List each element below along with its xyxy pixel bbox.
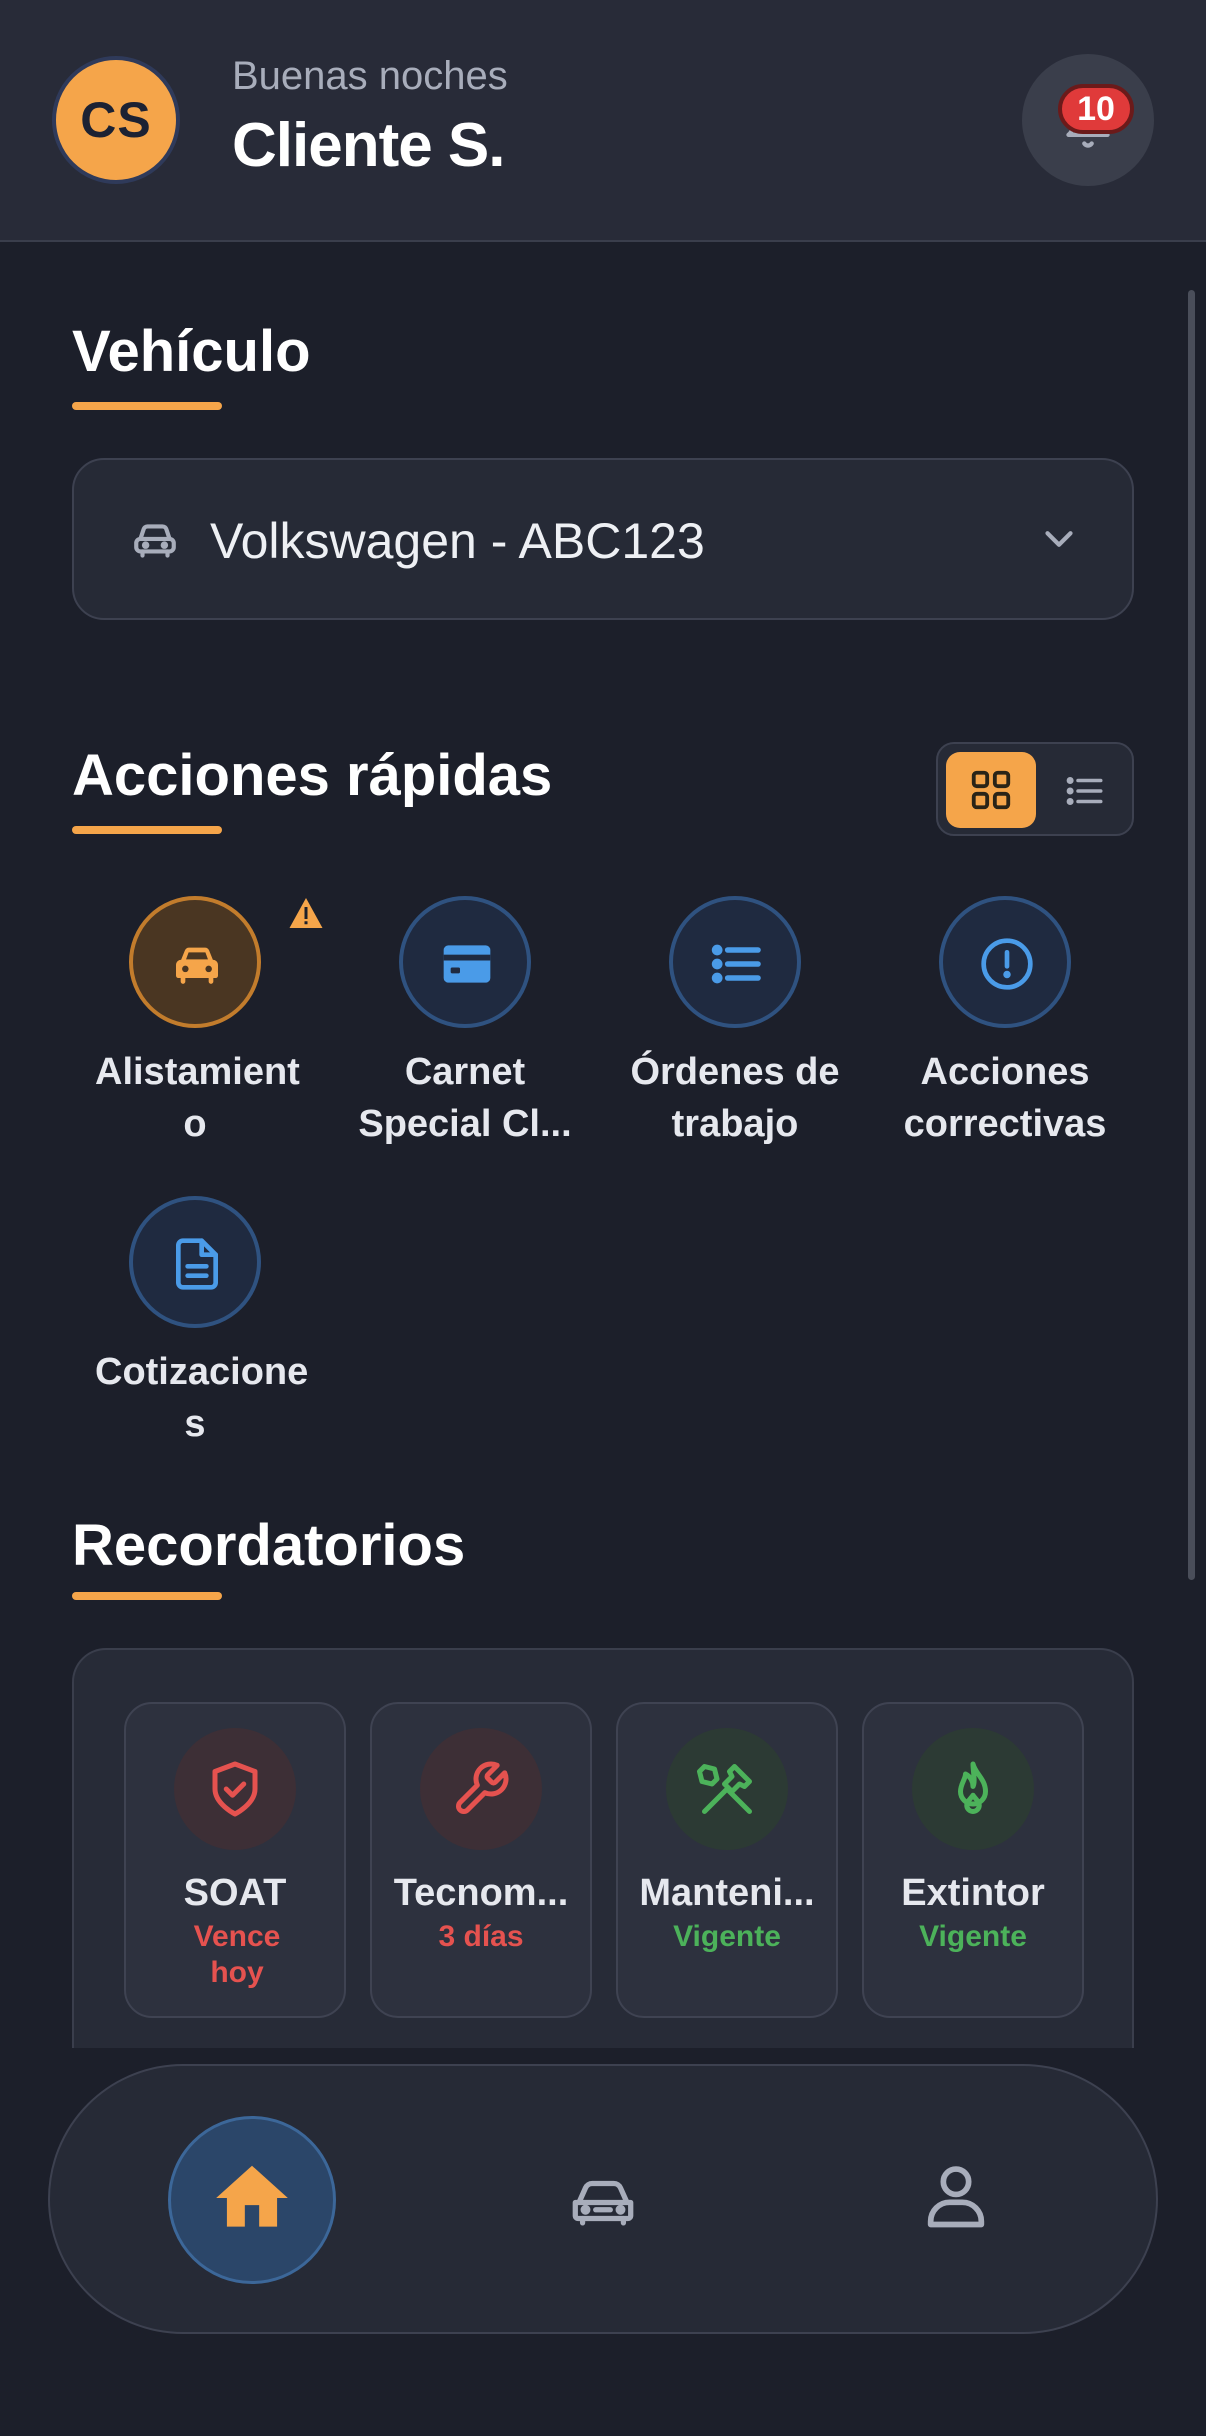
action-icon-circle [129, 896, 261, 1028]
app-header: CS Buenas noches Cliente S. 10 [0, 0, 1206, 242]
action-icon-circle [939, 896, 1071, 1028]
reminder-status: Vigente [919, 1920, 1027, 1953]
reminder-icon-circle [420, 1728, 542, 1850]
notification-badge: 10 [1058, 84, 1134, 134]
action-label: Órdenes de trabajo [630, 1051, 840, 1145]
reminder-card-soat[interactable]: SOAT Vence hoy [124, 1702, 346, 2018]
list-icon [1066, 777, 1103, 805]
action-icon-circle [399, 896, 531, 1028]
shield-check-icon [212, 1761, 258, 1817]
home-icon [216, 2165, 288, 2227]
reminder-card-tecnomecanica[interactable]: Tecnom... 3 días [370, 1702, 592, 2018]
action-icon-circle [669, 896, 801, 1028]
car-icon [572, 2180, 634, 2226]
bottom-navigation [48, 2064, 1158, 2334]
nav-profile-button[interactable] [918, 2158, 994, 2239]
action-label: Alistamient o [95, 1051, 300, 1145]
action-acciones-correctivas[interactable]: Acciones correctivas [870, 896, 1140, 1150]
reminder-title: Manteni... [639, 1872, 815, 1914]
vehicle-selector[interactable]: Volkswagen - ABC123 [72, 458, 1134, 620]
wrench-icon [456, 1761, 509, 1814]
reminders-panel: SOAT Vence hoy Tecnom... 3 días Manteni.… [72, 1648, 1134, 2048]
action-carnet[interactable]: Carnet Special Cl... [330, 896, 600, 1150]
title-underline [72, 1592, 222, 1600]
vehicle-section-title: Vehículo [72, 319, 311, 384]
action-ordenes[interactable]: Órdenes de trabajo [600, 896, 870, 1150]
avatar[interactable]: CS [52, 56, 180, 184]
alert-circle-icon [981, 938, 1033, 990]
card-icon [443, 945, 491, 983]
reminder-status: 3 días [438, 1920, 524, 1953]
warning-icon [289, 898, 323, 928]
reminder-card-extintor[interactable]: Extintor Vigente [862, 1702, 1084, 2018]
action-label: Cotizacione s [95, 1351, 309, 1445]
grid-icon [971, 770, 1011, 810]
grid-view-button[interactable] [946, 752, 1036, 828]
title-underline [72, 402, 222, 410]
car-icon [134, 524, 176, 558]
quick-actions-title: Acciones rápidas [72, 743, 553, 808]
reminder-icon-circle [912, 1728, 1034, 1850]
greeting-text: Buenas noches [232, 54, 508, 98]
list-view-button[interactable] [1042, 752, 1128, 828]
reminder-title: SOAT [183, 1872, 287, 1914]
document-icon [176, 1238, 219, 1290]
action-alistamiento[interactable]: Alistamient o [60, 896, 330, 1150]
tools-icon [697, 1764, 752, 1814]
reminder-title: Extintor [901, 1872, 1045, 1914]
car-icon [176, 947, 218, 984]
nav-home-button[interactable] [168, 2116, 336, 2284]
reminder-title: Tecnom... [393, 1872, 569, 1914]
reminder-status: Vigente [673, 1920, 781, 1953]
reminder-icon-circle [174, 1728, 296, 1850]
username: Cliente S. [232, 111, 506, 180]
user-icon [927, 2166, 985, 2228]
view-toggle [936, 742, 1134, 836]
nav-vehicles-button[interactable] [568, 2166, 638, 2241]
action-icon-circle [129, 1196, 261, 1328]
chevron-down-icon [1045, 531, 1073, 547]
scrollbar[interactable] [1188, 290, 1195, 1580]
reminder-card-mantenimiento[interactable]: Manteni... Vigente [616, 1702, 838, 2018]
action-label: Acciones correctivas [903, 1051, 1107, 1145]
title-underline [72, 826, 222, 834]
reminders-title: Recordatorios [72, 1513, 466, 1578]
selected-vehicle: Volkswagen - ABC123 [210, 513, 705, 569]
action-label: Carnet Special Cl... [358, 1051, 572, 1145]
action-cotizaciones[interactable]: Cotizacione s [60, 1196, 330, 1450]
reminder-icon-circle [666, 1728, 788, 1850]
reminder-status: Vence hoy [193, 1920, 281, 1989]
flame-icon [958, 1761, 988, 1814]
list-icon [711, 944, 761, 984]
